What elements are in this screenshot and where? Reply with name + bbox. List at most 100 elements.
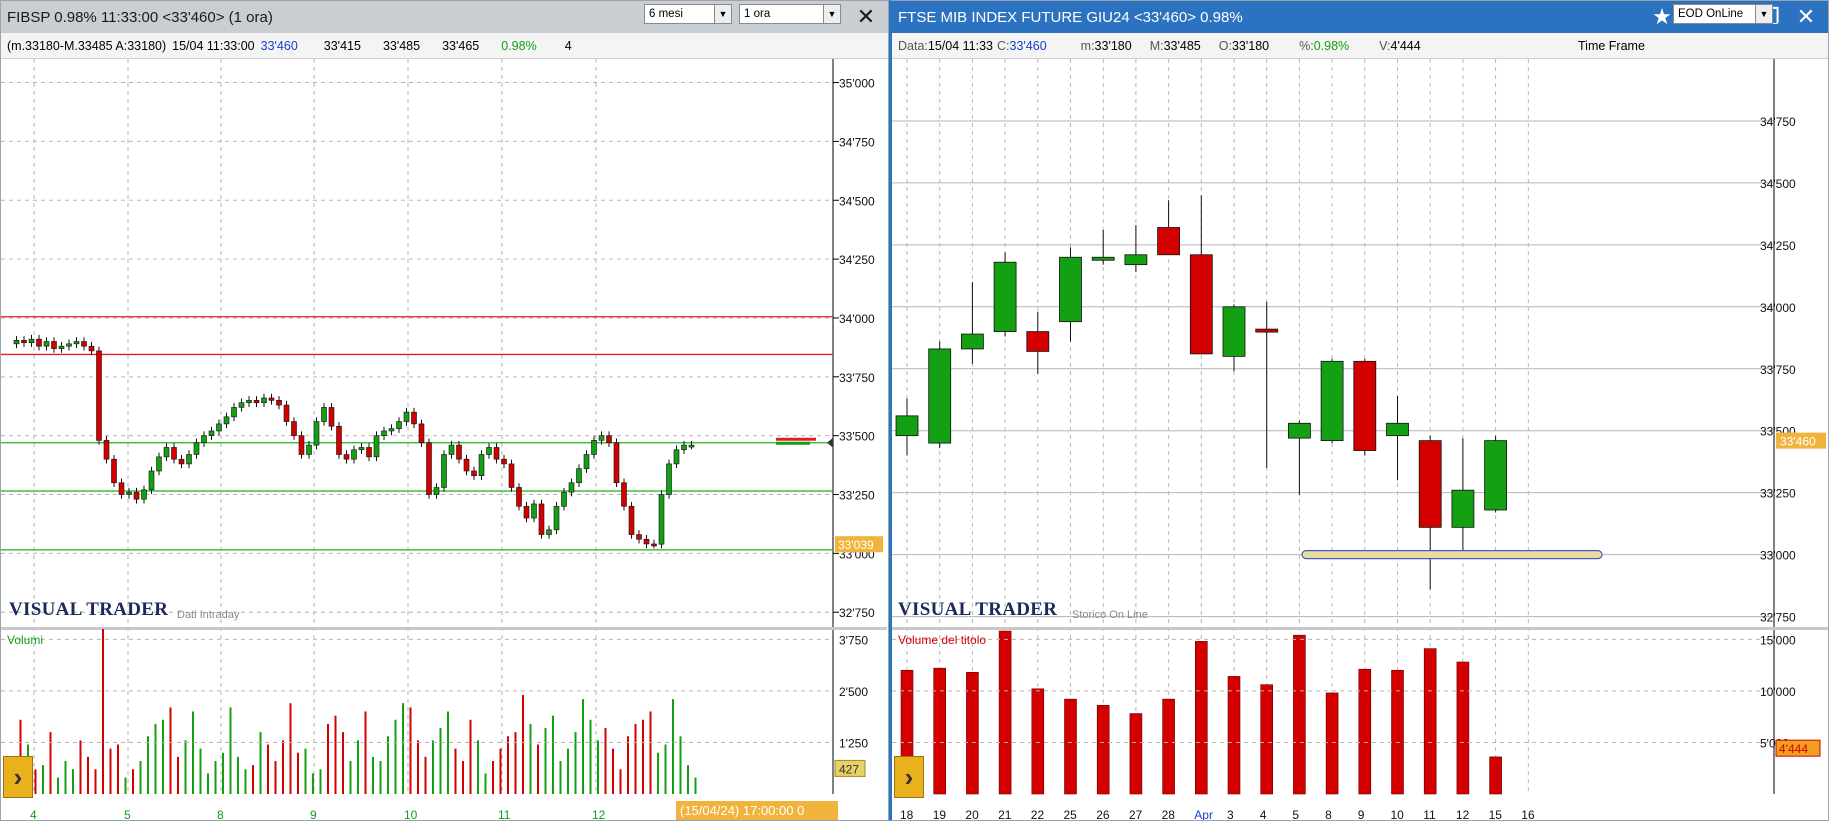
volume-badge: 4'444: [1779, 742, 1808, 756]
volume-tick-label: 1'250: [839, 736, 868, 750]
candle-body: [636, 534, 642, 540]
candle-body: [36, 338, 42, 347]
right-chart-canvas[interactable]: 34'75034'50034'25034'00033'75033'50033'2…: [892, 59, 1828, 821]
candle-body: [388, 428, 395, 432]
candle-body: [298, 435, 305, 455]
time-tick-label: 10: [1391, 808, 1405, 821]
candle-body: [643, 538, 650, 545]
period-select[interactable]: 6 mesi ▼: [644, 4, 732, 24]
time-tick-label: 3: [1227, 808, 1234, 821]
candle-body: [433, 487, 440, 495]
chevron-down-icon[interactable]: ▼: [714, 5, 731, 23]
volume-bar: [1423, 648, 1437, 795]
volume-bar: [1031, 688, 1045, 795]
volume-bar: [933, 667, 947, 795]
chevron-down-icon[interactable]: ▼: [1755, 5, 1772, 23]
time-tick-label: 22: [1031, 808, 1045, 821]
candle-body: [1091, 256, 1115, 261]
close-icon[interactable]: ✕: [848, 1, 884, 33]
volume-bar: [1096, 705, 1110, 795]
price-tick-label: 34'000: [839, 312, 875, 326]
price-tick-label: 35'000: [839, 77, 875, 91]
right-nav-forward-button[interactable]: ›: [894, 756, 924, 798]
candle-body: [621, 482, 627, 507]
time-tick-label: 28: [1162, 808, 1176, 821]
candle-body: [523, 505, 530, 519]
chevron-down-icon[interactable]: ▼: [823, 5, 840, 23]
volume-bar: [1064, 698, 1077, 795]
m-value: 33'180: [1094, 38, 1132, 53]
candle-body: [688, 444, 695, 448]
candle-body: [28, 338, 35, 343]
value-2-text: 33'485: [382, 38, 421, 53]
candle-body: [553, 505, 560, 531]
left-watermark-sub: Dati Intraday: [177, 609, 240, 621]
volume-badge: 427: [839, 762, 859, 776]
price-tick-label: 34'250: [1760, 239, 1796, 253]
candle-body: [568, 482, 575, 493]
candle-body: [13, 340, 20, 345]
candle-body: [156, 456, 162, 472]
time-tick-label: 5: [124, 808, 131, 821]
o-value: 33'180: [1231, 38, 1270, 53]
candle-body: [1320, 360, 1344, 442]
candle-body: [126, 491, 132, 495]
volume-tick-label: 2'500: [839, 685, 868, 699]
o-label: O:: [1218, 38, 1232, 53]
time-tick-label: 11: [498, 808, 511, 821]
time-tick-label: 26: [1096, 808, 1110, 821]
range-text: (m.33180-M.33485 A:33180): [7, 38, 167, 53]
volume-profile-green: [776, 441, 810, 445]
right-window-title: FTSE MIB INDEX FUTURE GIU24 <33'460> 0.9…: [898, 8, 1243, 26]
c-label: C:: [997, 38, 1010, 53]
candle-body: [381, 430, 387, 436]
right-chart-window: FTSE MIB INDEX FUTURE GIU24 <33'460> 0.9…: [889, 0, 1829, 821]
left-chart-canvas[interactable]: 35'000 34'750 34'500 34'250 34'000 33'750 33'5…: [1, 59, 887, 821]
price-tick-label: 32'750: [1760, 611, 1796, 625]
period-select-value: 6 mesi: [649, 8, 683, 20]
interval-select[interactable]: 1 ora ▼: [739, 4, 841, 24]
time-tick-label: 9: [1358, 808, 1365, 821]
pct-value: 0.98%: [1313, 38, 1350, 53]
candle-body: [328, 407, 335, 427]
time-tick-label: 18: [900, 808, 914, 821]
candle-body: [673, 449, 680, 465]
candle-body: [238, 402, 245, 408]
candle-body: [351, 449, 357, 460]
candle-body: [231, 407, 237, 418]
close-icon[interactable]: ✕: [1788, 1, 1824, 33]
candle-body: [493, 447, 500, 460]
candle-body: [208, 430, 215, 436]
candle-body: [276, 400, 282, 406]
candle-body: [268, 397, 275, 401]
candle-body: [306, 444, 312, 455]
timeframe-select[interactable]: EOD OnLine ▼: [1673, 4, 1773, 24]
candle-body: [606, 435, 612, 444]
time-tick-label: 8: [1325, 808, 1332, 821]
candle-body: [681, 444, 687, 451]
right-watermark-sub: Storico On Line: [1072, 609, 1148, 621]
candle-body: [1026, 331, 1050, 352]
price-tick-label: 34'500: [1760, 177, 1796, 191]
candle-body: [1484, 440, 1507, 511]
left-nav-forward-button[interactable]: ›: [3, 756, 33, 798]
candle-body: [336, 425, 342, 455]
interval-select-value: 1 ora: [744, 8, 771, 20]
value-1-text: 33'415: [323, 38, 361, 53]
candle-body: [201, 435, 207, 444]
candle-body: [516, 487, 522, 507]
candle-body: [186, 454, 192, 465]
price-tick-label: 33'000: [1760, 549, 1796, 563]
candle-body: [576, 468, 582, 484]
timeframe-label: Time Frame: [1578, 38, 1645, 53]
volume-bar: [1391, 669, 1404, 795]
candle-body: [193, 442, 200, 455]
candle-body: [426, 442, 432, 495]
volume-bar: [1227, 676, 1241, 795]
candle-body: [583, 454, 590, 469]
candle-body: [993, 261, 1017, 332]
time-tick-label: 8: [217, 808, 224, 821]
panel-separator: [892, 627, 1828, 630]
c-value: 33'460: [1009, 38, 1047, 53]
time-tick-label: 19: [933, 808, 947, 821]
